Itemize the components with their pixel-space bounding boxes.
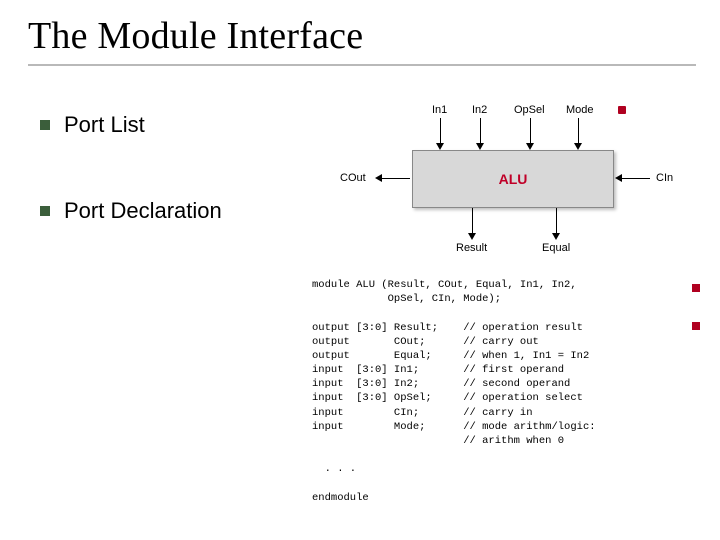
callout-marker xyxy=(618,106,626,114)
code-line: OpSel, CIn, Mode); xyxy=(312,293,501,305)
port-label-cout: COut xyxy=(340,172,366,184)
port-label-equal: Equal xyxy=(542,242,570,254)
code-line: input [3:0] In2; // second operand xyxy=(312,378,570,390)
port-label-result: Result xyxy=(456,242,487,254)
alu-block-label: ALU xyxy=(499,171,528,187)
title-block: The Module Interface xyxy=(28,14,700,66)
port-label-opsel: OpSel xyxy=(514,104,545,116)
bullet-square-icon xyxy=(40,206,50,216)
verilog-code-block: module ALU (Result, COut, Equal, In1, In… xyxy=(312,278,700,505)
bullet-label: Port List xyxy=(64,112,145,138)
code-line: module ALU (Result, COut, Equal, In1, In… xyxy=(312,279,577,291)
code-line: input Mode; // mode arithm/logic: xyxy=(312,421,596,433)
code-line: . . . xyxy=(312,463,356,475)
port-label-in1: In1 xyxy=(432,104,447,116)
bullet-label: Port Declaration xyxy=(64,198,222,224)
callout-marker xyxy=(692,284,700,292)
port-label-cin: CIn xyxy=(656,172,673,184)
slide: The Module Interface Port List Port Decl… xyxy=(0,0,720,540)
bullet-item: Port Declaration xyxy=(40,198,222,224)
code-line: input CIn; // carry in xyxy=(312,407,533,419)
bullet-square-icon xyxy=(40,120,50,130)
bullet-list: Port List Port Declaration xyxy=(40,112,222,284)
title-rule xyxy=(28,64,696,66)
code-line: output COut; // carry out xyxy=(312,336,539,348)
port-label-in2: In2 xyxy=(472,104,487,116)
callout-marker xyxy=(692,322,700,330)
slide-title: The Module Interface xyxy=(28,14,700,58)
code-line: input [3:0] In1; // first operand xyxy=(312,364,564,376)
code-line: // arithm when 0 xyxy=(312,435,564,447)
alu-block: ALU xyxy=(412,150,614,208)
code-line: endmodule xyxy=(312,492,369,504)
code-line: output Equal; // when 1, In1 = In2 xyxy=(312,350,589,362)
bullet-item: Port List xyxy=(40,112,222,138)
port-label-mode: Mode xyxy=(566,104,594,116)
code-line: input [3:0] OpSel; // operation select xyxy=(312,392,583,404)
code-line: output [3:0] Result; // operation result xyxy=(312,322,583,334)
alu-diagram: In1 In2 OpSel Mode COut ALU xyxy=(312,100,692,270)
